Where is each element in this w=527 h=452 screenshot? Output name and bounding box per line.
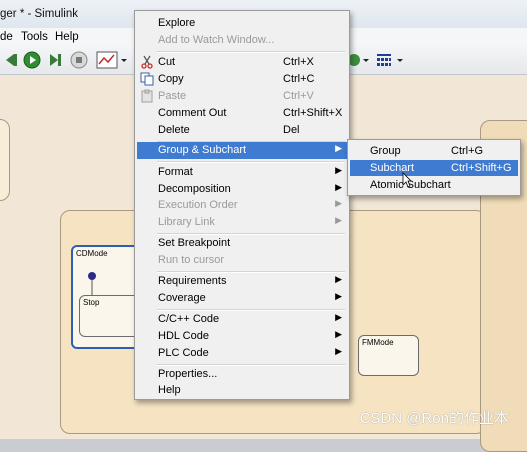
menu-item-set-breakpoint[interactable]: Set Breakpoint (137, 235, 347, 252)
menu-help[interactable]: Help (55, 31, 79, 43)
submenu-arrow-icon: ▶ (335, 182, 342, 192)
submenu-arrow-icon: ▶ (335, 274, 342, 284)
menu-item-label: Help (158, 384, 181, 396)
state-cdmode-label: CDMode (76, 249, 108, 258)
menu-item-label: HDL Code (158, 330, 209, 342)
submenu-arrow-icon: ▶ (335, 198, 342, 208)
submenu-arrow-icon: ▶ (335, 215, 342, 225)
scissors-icon (141, 55, 153, 69)
menu-tools[interactable]: Tools (21, 31, 48, 43)
paste-icon (141, 89, 153, 103)
menu-item-delete[interactable]: Delete Del (137, 122, 347, 139)
menu-item-explore[interactable]: Explore (137, 15, 347, 32)
menu-separator (157, 161, 345, 163)
submenu-item-subchart[interactable]: Subchart Ctrl+Shift+G (350, 160, 518, 176)
menu-item-execution-order[interactable]: Execution Order ▶ (137, 197, 347, 214)
menu-item-label: Coverage (158, 292, 206, 304)
window-title: ger * - Simulink (0, 8, 78, 20)
state-fmmode[interactable]: FMMode (358, 335, 419, 376)
menu-item-label: Set Breakpoint (158, 237, 231, 249)
menu-item-label: Delete (158, 124, 190, 136)
submenu-arrow-icon: ▶ (335, 346, 342, 356)
scope-icon[interactable] (96, 51, 118, 69)
menu-item-shortcut: Ctrl+Shift+X (283, 107, 343, 119)
menu-item-run-to-cursor[interactable]: Run to cursor (137, 252, 347, 269)
menu-item-label: Group & Subchart (158, 144, 247, 156)
menu-item-label: PLC Code (158, 347, 209, 359)
state-fmmode-label: FMMode (362, 338, 394, 347)
menu-item-label: Requirements (158, 275, 227, 287)
menu-item-format[interactable]: Format ▶ (137, 164, 347, 181)
back-icon[interactable] (2, 51, 20, 69)
menu-item-label: Run to cursor (158, 254, 225, 266)
menu-item-label: Comment Out (158, 107, 227, 119)
menu-separator (157, 51, 345, 53)
menu-item-label: Format (158, 166, 193, 178)
menu-item-label: Copy (158, 73, 184, 85)
menu-item-label: Properties... (158, 368, 218, 380)
state-cdmode[interactable]: CDMode Stop (71, 245, 141, 349)
menu-item-decomposition[interactable]: Decomposition ▶ (137, 181, 347, 198)
menu-item-label: Explore (158, 17, 196, 29)
submenu-arrow-icon: ▶ (335, 312, 342, 322)
context-menu: Explore Add to Watch Window... Cut Ctrl+… (134, 10, 350, 400)
dropdown-icon[interactable] (362, 51, 370, 69)
menu-item-label: C/C++ Code (158, 313, 220, 325)
submenu-arrow-icon: ▶ (335, 329, 342, 339)
dropdown-icon[interactable] (120, 51, 128, 69)
submenu-arrow-icon: ▶ (335, 143, 342, 153)
menu-item-shortcut: Del (283, 124, 300, 136)
submenu-item-label: Group (370, 145, 401, 157)
menu-code[interactable]: de (0, 31, 13, 43)
submenu-arrow-icon: ▶ (335, 165, 342, 175)
step-forward-icon[interactable] (46, 51, 64, 69)
watermark-text: CSDN @Ron的作业本 (359, 410, 509, 427)
submenu-item-shortcut: Ctrl+Shift+G (451, 162, 512, 174)
menu-item-copy[interactable]: Copy Ctrl+C (137, 71, 347, 88)
submenu-item-shortcut: Ctrl+G (451, 145, 484, 157)
submenu-item-atomic-subchart[interactable]: Atomic Subchart (350, 177, 518, 193)
menu-item-cpp-code[interactable]: C/C++ Code ▶ (137, 311, 347, 328)
mouse-cursor-icon (402, 172, 412, 188)
menu-item-properties[interactable]: Properties... (137, 366, 347, 383)
menu-item-label: Decomposition (158, 183, 231, 195)
state-stop-label: Stop (83, 298, 100, 307)
submenu-group-subchart: Group Ctrl+G Subchart Ctrl+Shift+G Atomi… (347, 139, 521, 196)
menu-item-comment-out[interactable]: Comment Out Ctrl+Shift+X (137, 105, 347, 122)
menu-item-library-link[interactable]: Library Link ▶ (137, 214, 347, 231)
menu-item-plc-code[interactable]: PLC Code ▶ (137, 345, 347, 362)
chart-block-partial[interactable] (0, 119, 10, 201)
menu-item-shortcut: Ctrl+X (283, 56, 314, 68)
stop-icon[interactable] (70, 51, 88, 69)
library-icon[interactable] (375, 51, 393, 69)
menu-item-label: Execution Order (158, 199, 238, 211)
menu-item-help[interactable]: Help (137, 382, 347, 399)
menu-item-coverage[interactable]: Coverage ▶ (137, 290, 347, 307)
submenu-item-group[interactable]: Group Ctrl+G (350, 143, 518, 159)
menu-item-group-subchart[interactable]: Group & Subchart ▶ (137, 142, 347, 159)
run-icon[interactable] (23, 51, 41, 69)
default-transition-icon (88, 272, 96, 295)
dropdown-icon[interactable] (396, 51, 404, 69)
menu-item-paste[interactable]: Paste Ctrl+V (137, 88, 347, 105)
state-stop[interactable]: Stop (79, 295, 141, 337)
menu-item-shortcut: Ctrl+V (283, 90, 314, 102)
menu-item-label: Paste (158, 90, 187, 102)
copy-icon (140, 72, 154, 86)
submenu-arrow-icon: ▶ (335, 291, 342, 301)
menu-item-shortcut: Ctrl+C (283, 73, 315, 85)
menu-item-requirements[interactable]: Requirements ▶ (137, 273, 347, 290)
menu-item-label: Add to Watch Window... (158, 34, 275, 46)
settings-icon[interactable] (349, 51, 361, 69)
menu-item-label: Cut (158, 56, 176, 68)
menu-item-label: Library Link (158, 216, 215, 228)
menu-item-cut[interactable]: Cut Ctrl+X (137, 54, 347, 71)
menu-item-hdl-code[interactable]: HDL Code ▶ (137, 328, 347, 345)
menu-item-add-to-watch-window[interactable]: Add to Watch Window... (137, 32, 347, 49)
